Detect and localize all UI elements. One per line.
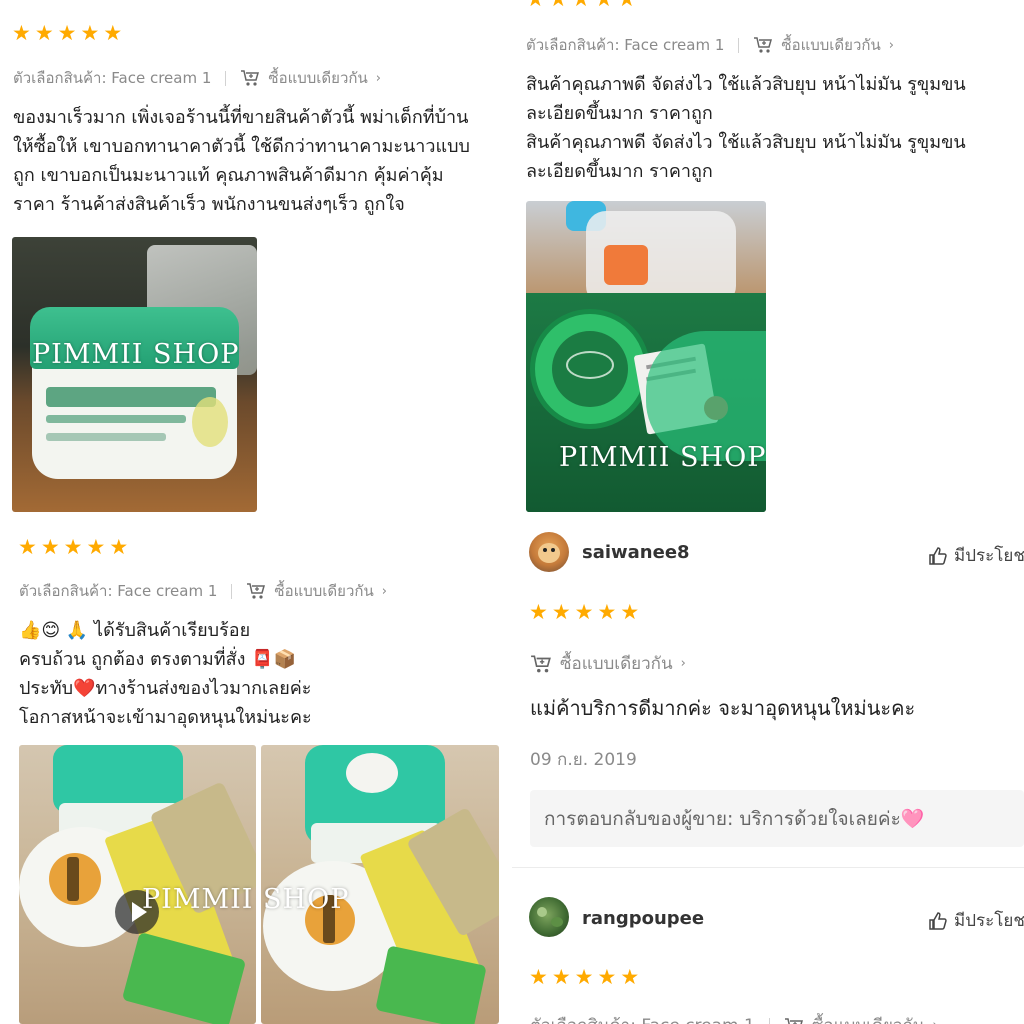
star-icon: ★ xyxy=(572,0,591,10)
variant-label: ตัวเลือกสินค้า: Face cream 1 xyxy=(530,1012,755,1024)
star-icon: ★ xyxy=(594,0,613,10)
helpful-label: มีประโยชน์ xyxy=(954,546,1024,566)
rating-stars: ★ ★ ★ ★ ★ xyxy=(12,22,122,44)
seller-reply: การตอบกลับของผู้ขาย: บริการด้วยใจเลยค่ะ🩷 xyxy=(530,790,1024,847)
star-icon: ★ xyxy=(63,535,83,559)
star-icon: ★ xyxy=(549,0,568,10)
star-icon: ★ xyxy=(529,600,548,624)
chevron-right-icon: › xyxy=(932,1018,937,1024)
review-text: ของมาเร็วมาก เพิ่งเจอร้านนี้ที่ขายสินค้า… xyxy=(13,107,470,215)
buy-same-link[interactable]: ซื้อแบบเดียวกัน xyxy=(274,579,373,603)
review-photo[interactable]: PIMMII SHOP xyxy=(526,201,766,512)
chevron-right-icon: › xyxy=(888,37,894,53)
variant-row: ตัวเลือกสินค้า: Face cream 1 ซื้อแบบเดีย… xyxy=(13,66,381,90)
avatar[interactable] xyxy=(529,897,569,937)
star-icon: ★ xyxy=(103,21,123,45)
watermark: PIMMII SHOP xyxy=(142,884,350,915)
variant-row: ตัวเลือกสินค้า: Face cream 1 ซื้อแบบเดีย… xyxy=(19,579,387,603)
divider xyxy=(225,70,227,86)
chevron-right-icon: › xyxy=(375,70,381,86)
star-icon: ★ xyxy=(34,21,54,45)
cart-icon xyxy=(246,582,266,600)
star-icon: ★ xyxy=(617,0,636,10)
chevron-right-icon: › xyxy=(381,583,387,599)
star-icon: ★ xyxy=(40,535,60,559)
review-card-2: ★ ★ ★ ★ ★ ตัวเลือกสินค้า: Face cream 1 ซ… xyxy=(512,0,1024,512)
star-icon: ★ xyxy=(597,965,617,989)
rating-stars: ★ ★ ★ ★ ★ xyxy=(529,601,639,623)
review-text: แม่ค้าบริการดีมากค่ะ จะมาอุดหนุนใหม่นะคะ xyxy=(530,696,916,720)
username[interactable]: rangpoupee xyxy=(582,908,704,929)
cart-icon xyxy=(240,69,260,87)
buy-same-row: ซื้อแบบเดียวกัน › xyxy=(530,650,686,677)
divider xyxy=(231,583,233,599)
star-icon: ★ xyxy=(574,600,594,624)
star-icon: ★ xyxy=(86,535,106,559)
chevron-right-icon: › xyxy=(680,656,686,671)
review-date: 09 ก.ย. 2019 xyxy=(530,750,637,770)
cart-icon xyxy=(530,654,552,674)
star-icon: ★ xyxy=(80,21,100,45)
review-text: สินค้าคุณภาพดี จัดส่งไว ใช้แล้วสิบยุบ หน… xyxy=(526,74,966,182)
buy-same-link[interactable]: ซื้อแบบเดียวกัน xyxy=(560,650,673,677)
watermark: PIMMII SHOP xyxy=(559,442,766,473)
star-icon: ★ xyxy=(551,600,571,624)
star-icon: ★ xyxy=(57,21,77,45)
review-card-4: saiwanee8 มีประโยชน์ ★ ★ ★ ★ ★ ซื้อแบบเด… xyxy=(512,512,1024,1024)
buy-same-link[interactable]: ซื้อแบบเดียวกัน xyxy=(268,66,367,90)
buy-same-link[interactable]: ซื้อแบบเดียวกัน xyxy=(812,1012,925,1024)
star-icon: ★ xyxy=(12,21,31,45)
star-icon: ★ xyxy=(529,965,548,989)
variant-row: ตัวเลือกสินค้า: Face cream 1 ซื้อแบบเดีย… xyxy=(530,1012,938,1024)
helpful-button[interactable]: มีประโยชน์ xyxy=(928,542,1024,569)
variant-row: ตัวเลือกสินค้า: Face cream 1 ซื้อแบบเดีย… xyxy=(526,33,894,57)
buy-same-link[interactable]: ซื้อแบบเดียวกัน xyxy=(781,33,880,57)
rating-stars: ★ ★ ★ ★ ★ xyxy=(526,0,636,10)
divider xyxy=(738,37,740,53)
avatar[interactable] xyxy=(529,532,569,572)
helpful-label: มีประโยชน์ xyxy=(954,911,1024,931)
thumbs-up-icon xyxy=(929,546,947,565)
review-text: 👍😊 🙏 ได้รับสินค้าเรียบร้อย ครบถ้วน ถูกต้… xyxy=(19,620,312,728)
rating-stars: ★ ★ ★ ★ ★ xyxy=(529,966,639,988)
variant-label: ตัวเลือกสินค้า: Face cream 1 xyxy=(19,582,218,600)
helpful-button[interactable]: มีประโยชน์ xyxy=(928,907,1024,934)
divider xyxy=(768,1018,770,1024)
star-icon: ★ xyxy=(551,965,571,989)
star-icon: ★ xyxy=(574,965,594,989)
star-icon: ★ xyxy=(620,965,640,989)
username[interactable]: saiwanee8 xyxy=(582,542,690,563)
star-icon: ★ xyxy=(526,0,545,10)
review-card-3: ★ ★ ★ ★ ★ ตัวเลือกสินค้า: Face cream 1 ซ… xyxy=(0,512,512,1024)
star-icon: ★ xyxy=(18,535,37,559)
variant-label: ตัวเลือกสินค้า: Face cream 1 xyxy=(526,36,725,54)
review-photo[interactable]: PIMMII SHOP xyxy=(12,237,257,512)
thumbs-up-icon xyxy=(929,911,947,930)
star-icon: ★ xyxy=(109,535,129,559)
divider xyxy=(512,867,1024,868)
rating-stars: ★ ★ ★ ★ ★ xyxy=(18,536,128,558)
watermark: PIMMII SHOP xyxy=(32,339,240,370)
star-icon: ★ xyxy=(597,600,617,624)
star-icon: ★ xyxy=(620,600,640,624)
review-card-1: ★ ★ ★ ★ ★ ตัวเลือกสินค้า: Face cream 1 ซ… xyxy=(0,0,512,512)
variant-label: ตัวเลือกสินค้า: Face cream 1 xyxy=(13,69,212,87)
cart-icon xyxy=(753,36,773,54)
cart-icon xyxy=(784,1017,804,1024)
